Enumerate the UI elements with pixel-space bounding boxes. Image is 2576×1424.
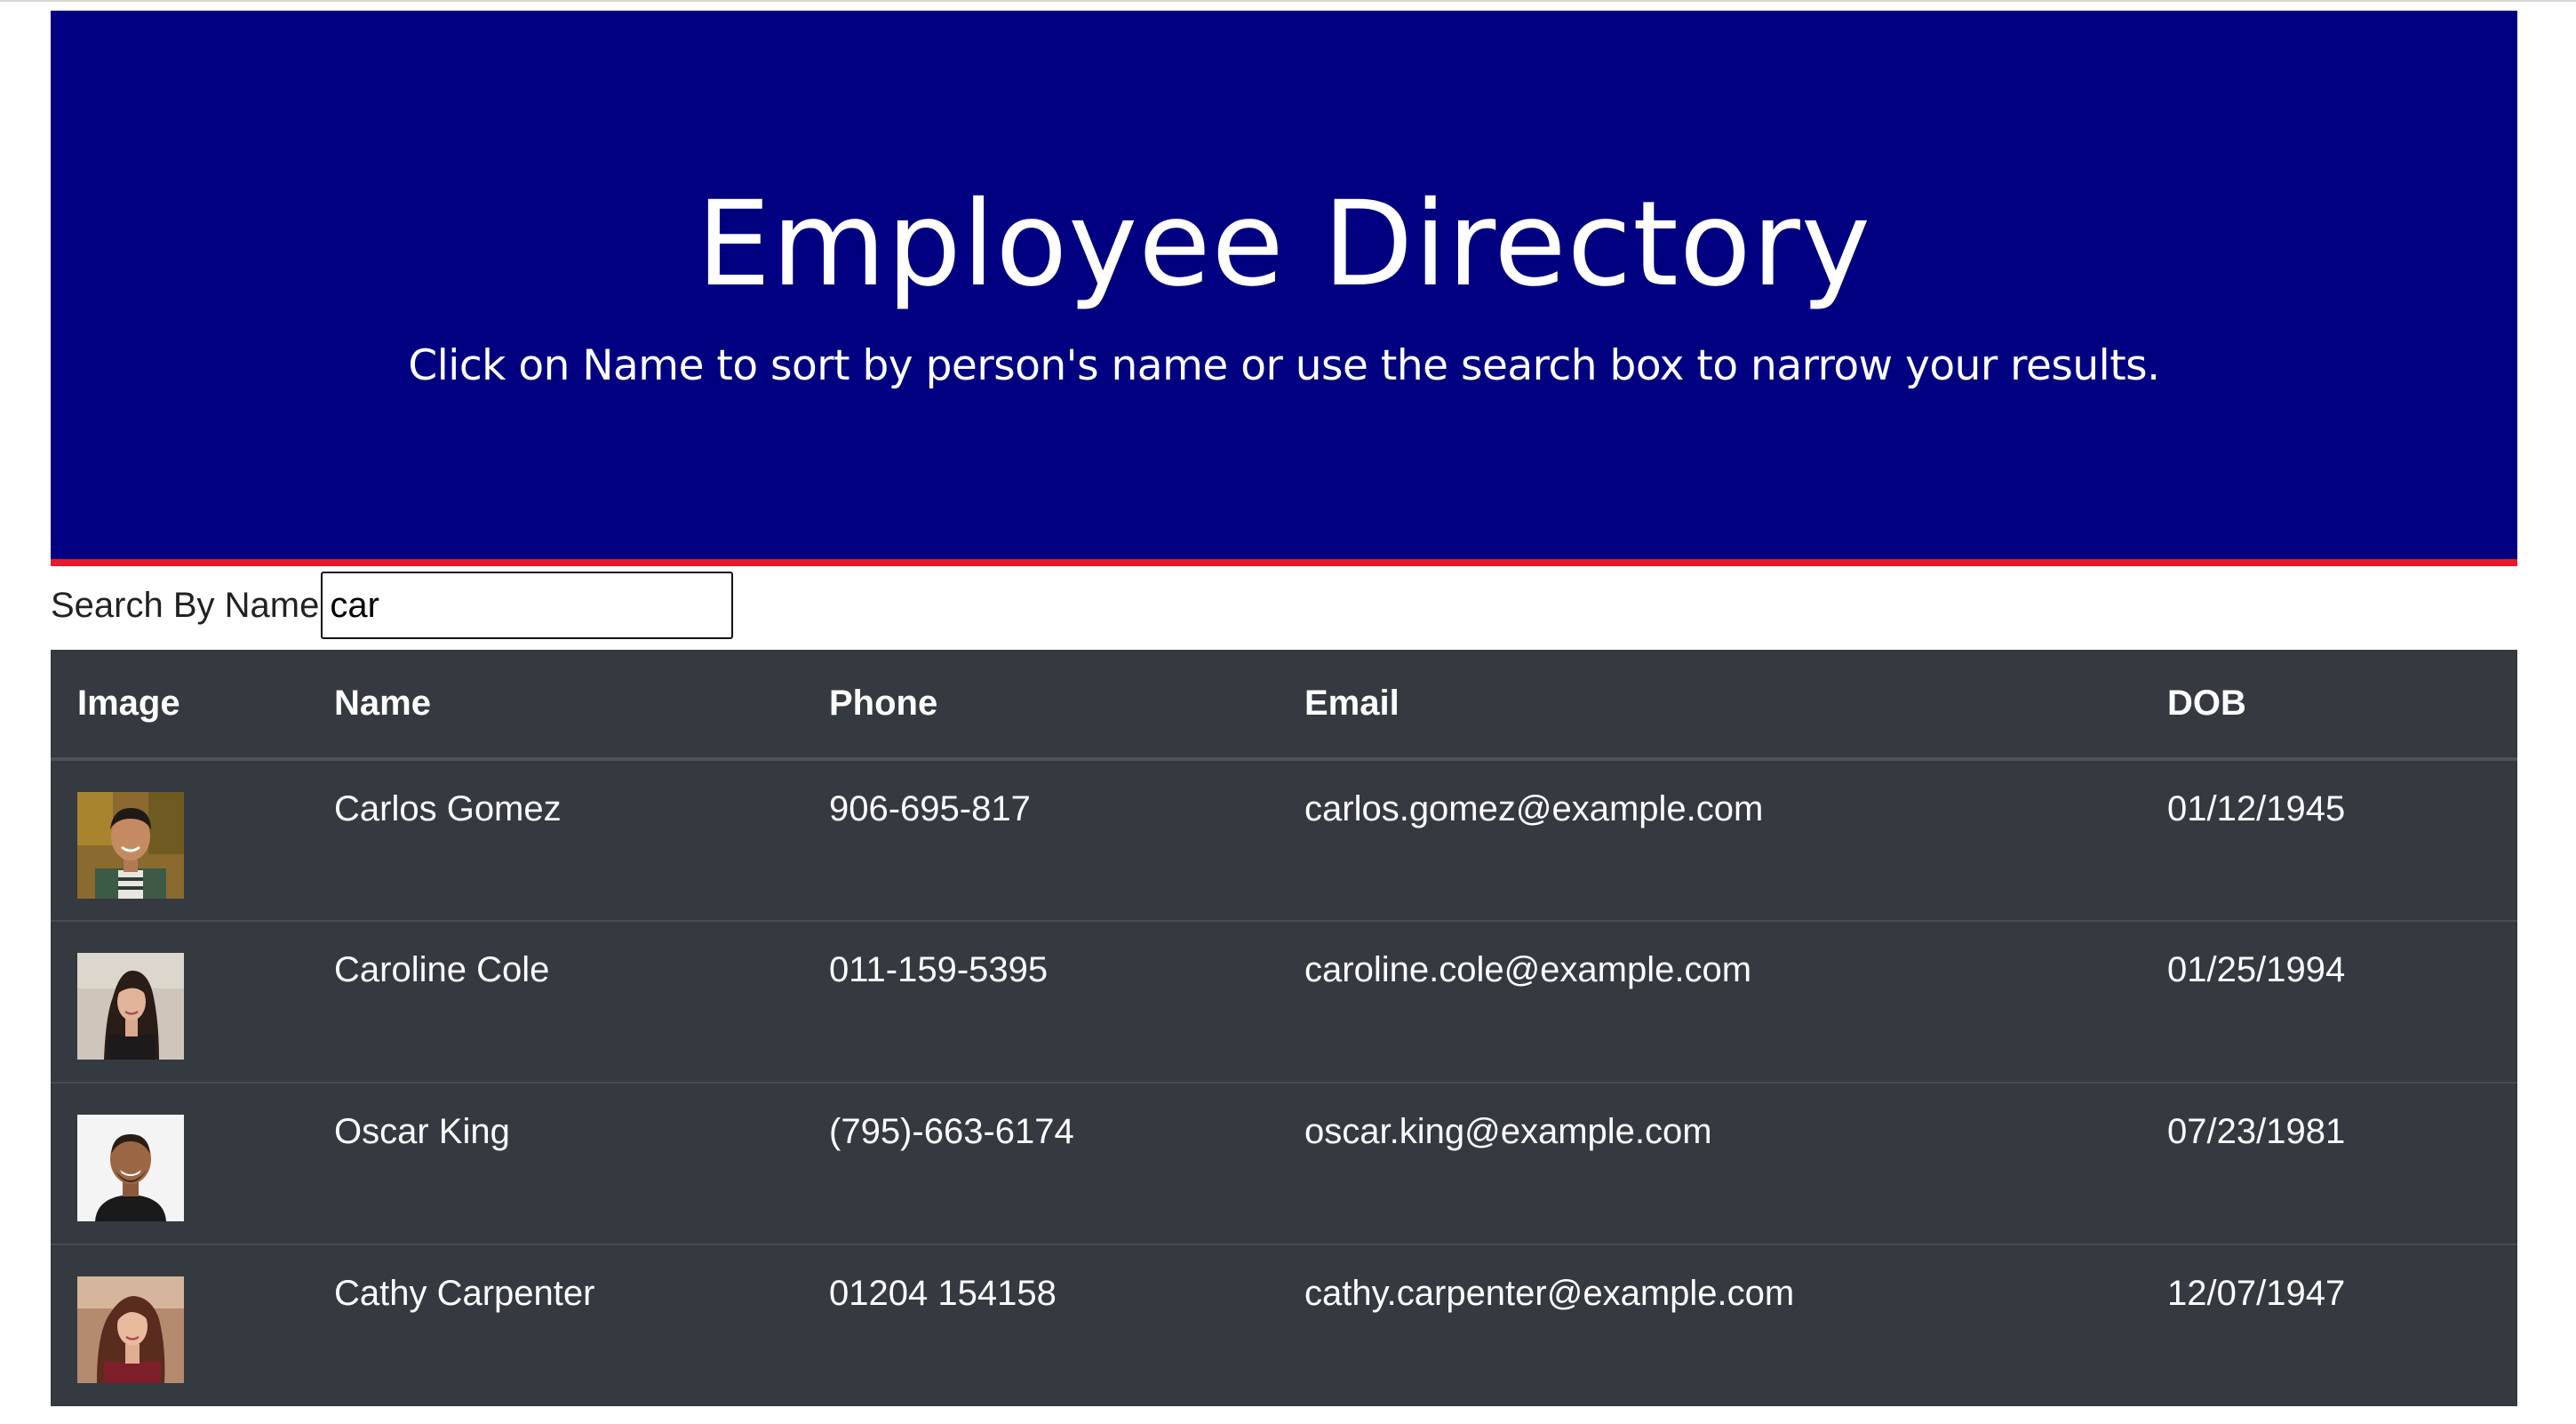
phone-cell: (795)-663-6174 <box>802 1082 1278 1244</box>
name-cell: Cathy Carpenter <box>307 1244 802 1406</box>
column-header-dob: DOB <box>2141 650 2517 761</box>
column-header-name[interactable]: Name <box>307 650 802 761</box>
email-cell: carlos.gomez@example.com <box>1304 789 1764 828</box>
name-cell: Oscar King <box>307 1082 802 1244</box>
table-row: Cathy Carpenter 01204 154158 cathy.carpe… <box>51 1244 2517 1406</box>
table-row: Oscar King (795)-663-6174 oscar.king@exa… <box>51 1082 2517 1244</box>
table-row: Carlos Gomez 906-695-817 carlos.gomez@ex… <box>51 759 2517 921</box>
search-input[interactable] <box>321 572 734 639</box>
dob-cell: 01/12/1945 <box>2167 789 2346 828</box>
avatar <box>77 1276 184 1383</box>
hero-banner: Employee Directory Click on Name to sort… <box>51 11 2517 566</box>
table-header-row: Image Name Phone Email DOB <box>51 650 2517 761</box>
table-row: Caroline Cole 011-159-5395 caroline.cole… <box>51 920 2517 1083</box>
page-subtitle: Click on Name to sort by person's name o… <box>408 341 2160 390</box>
page-title: Employee Directory <box>696 176 1872 313</box>
search-label: Search By Name <box>51 585 320 625</box>
dob-cell: 07/23/1981 <box>2141 1082 2517 1244</box>
email-cell: oscar.king@example.com <box>1278 1082 2141 1244</box>
email-cell: caroline.cole@example.com <box>1278 920 2141 1083</box>
search-bar: Search By Name <box>51 571 734 640</box>
column-header-image: Image <box>51 650 307 761</box>
image-cell <box>51 1082 307 1244</box>
image-cell <box>51 1244 307 1406</box>
avatar <box>77 953 184 1060</box>
phone-cell: 011-159-5395 <box>802 920 1278 1083</box>
top-rule <box>0 0 2576 11</box>
name-cell: Carlos Gomez <box>334 789 562 828</box>
phone-cell: 906-695-817 <box>829 789 1031 828</box>
employee-table: Image Name Phone Email DOB Carlos Gomez … <box>51 650 2517 1406</box>
employee-table-container: Image Name Phone Email DOB Carlos Gomez … <box>51 650 2517 1406</box>
dob-cell: 12/07/1947 <box>2141 1244 2517 1406</box>
dob-cell: 01/25/1994 <box>2141 920 2517 1083</box>
name-cell: Caroline Cole <box>307 920 802 1083</box>
image-cell <box>51 759 307 921</box>
column-header-email: Email <box>1278 650 2141 761</box>
phone-cell: 01204 154158 <box>802 1244 1278 1406</box>
email-cell: cathy.carpenter@example.com <box>1278 1244 2141 1406</box>
avatar <box>77 1115 184 1221</box>
avatar <box>77 792 184 899</box>
column-header-phone: Phone <box>802 650 1278 761</box>
image-cell <box>51 920 307 1083</box>
